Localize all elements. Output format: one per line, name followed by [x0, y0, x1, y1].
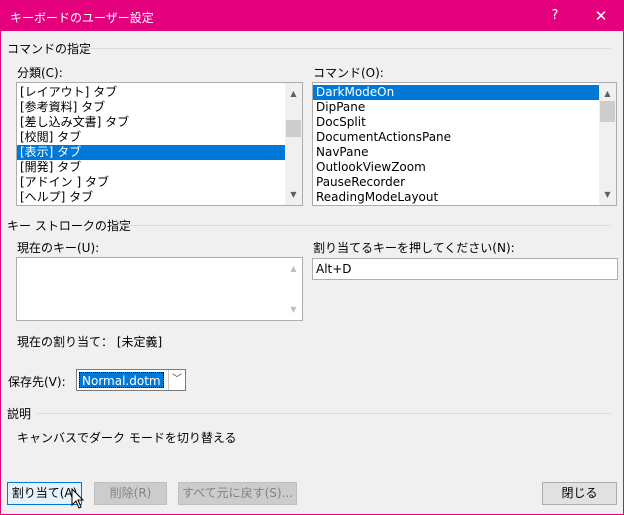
chevron-down-icon[interactable]: ﹀	[168, 370, 185, 390]
list-item[interactable]: [レイアウト] タブ	[17, 85, 285, 100]
list-item[interactable]: NavPane	[313, 145, 599, 160]
save-in-value: Normal.dotm	[79, 372, 164, 388]
category-label: 分類(C):	[17, 66, 63, 80]
list-item[interactable]: OutlookViewZoom	[313, 160, 599, 175]
description-group-title: 説明	[7, 407, 32, 421]
category-list: [レイアウト] タブ [参考資料] タブ [差し込み文書] タブ [校閲] タブ [表示…	[17, 85, 285, 205]
scroll-down-icon[interactable]: ▼	[285, 186, 302, 203]
list-item[interactable]: DarkModeOn	[313, 85, 599, 100]
description-text: キャンバスでダーク モードを切り替える	[17, 431, 237, 445]
category-listbox[interactable]: [レイアウト] タブ [参考資料] タブ [差し込み文書] タブ [校閲] タブ [表示…	[16, 82, 303, 206]
new-key-input[interactable]: Alt+D	[312, 258, 618, 280]
mouse-cursor-icon	[71, 488, 85, 509]
list-item[interactable]: ReadingModeLayout	[313, 190, 599, 205]
save-in-dropdown[interactable]: Normal.dotm ﹀	[76, 369, 186, 391]
new-key-label: 割り当てるキーを押してください(N):	[313, 241, 515, 255]
command-label: コマンド(O):	[313, 66, 384, 80]
scroll-up-icon: ▲	[290, 264, 297, 273]
list-item[interactable]: [参考資料] タブ	[17, 100, 285, 115]
current-keys-label: 現在のキー(U):	[17, 241, 100, 255]
list-item[interactable]: PauseRecorder	[313, 175, 599, 190]
list-item[interactable]: [校閲] タブ	[17, 130, 285, 145]
scroll-up-icon[interactable]: ▲	[599, 85, 616, 102]
list-item[interactable]: [表示] タブ	[17, 145, 285, 160]
list-item[interactable]: [ヘルプ] タブ	[17, 190, 285, 205]
keystroke-group-divider	[119, 225, 611, 226]
help-button[interactable]: ?	[532, 1, 578, 31]
current-keys-listbox[interactable]: ▲ ▼	[16, 257, 303, 321]
current-keys-scrollbar: ▲ ▼	[285, 258, 302, 320]
reset-all-button[interactable]: すべて元に戻す(S)...	[178, 482, 297, 505]
window-title: キーボードのユーザー設定	[10, 11, 154, 25]
scroll-thumb[interactable]	[286, 120, 301, 137]
commands-group-divider	[81, 48, 611, 49]
scroll-up-icon[interactable]: ▲	[285, 85, 302, 102]
current-assignment-text: 現在の割り当て： [未定義]	[17, 335, 163, 349]
command-listbox[interactable]: DarkModeOn DipPane DocSplit DocumentActions…	[312, 82, 617, 206]
remove-button[interactable]: 削除(R)	[94, 482, 167, 505]
close-button[interactable]: 閉じる	[542, 482, 617, 505]
scroll-down-icon[interactable]: ▼	[599, 186, 616, 203]
category-scrollbar[interactable]: ▲ ▼	[285, 83, 302, 205]
scroll-thumb[interactable]	[600, 101, 615, 122]
close-window-button[interactable]: ✕	[578, 1, 624, 31]
list-item[interactable]: [アドイン ] タブ	[17, 175, 285, 190]
command-list: DarkModeOn DipPane DocSplit DocumentActions…	[313, 85, 599, 205]
description-group-divider	[37, 413, 611, 414]
command-scrollbar[interactable]: ▲ ▼	[599, 83, 616, 205]
list-item[interactable]: [差し込み文書] タブ	[17, 115, 285, 130]
save-in-label: 保存先(V):	[8, 375, 66, 389]
list-item[interactable]: DocumentActionsPane	[313, 130, 599, 145]
scroll-down-icon: ▼	[290, 305, 297, 314]
list-item[interactable]: DipPane	[313, 100, 599, 115]
list-item[interactable]: DocSplit	[313, 115, 599, 130]
keystroke-group-title: キー ストロークの指定	[7, 219, 131, 233]
dialog-window: キーボードのユーザー設定 ? ✕ コマンドの指定 分類(C): [レイアウト] …	[0, 0, 624, 515]
list-item[interactable]: [開発] タブ	[17, 160, 285, 175]
commands-group-title: コマンドの指定	[7, 42, 92, 56]
title-bar: キーボードのユーザー設定 ? ✕	[1, 1, 623, 31]
